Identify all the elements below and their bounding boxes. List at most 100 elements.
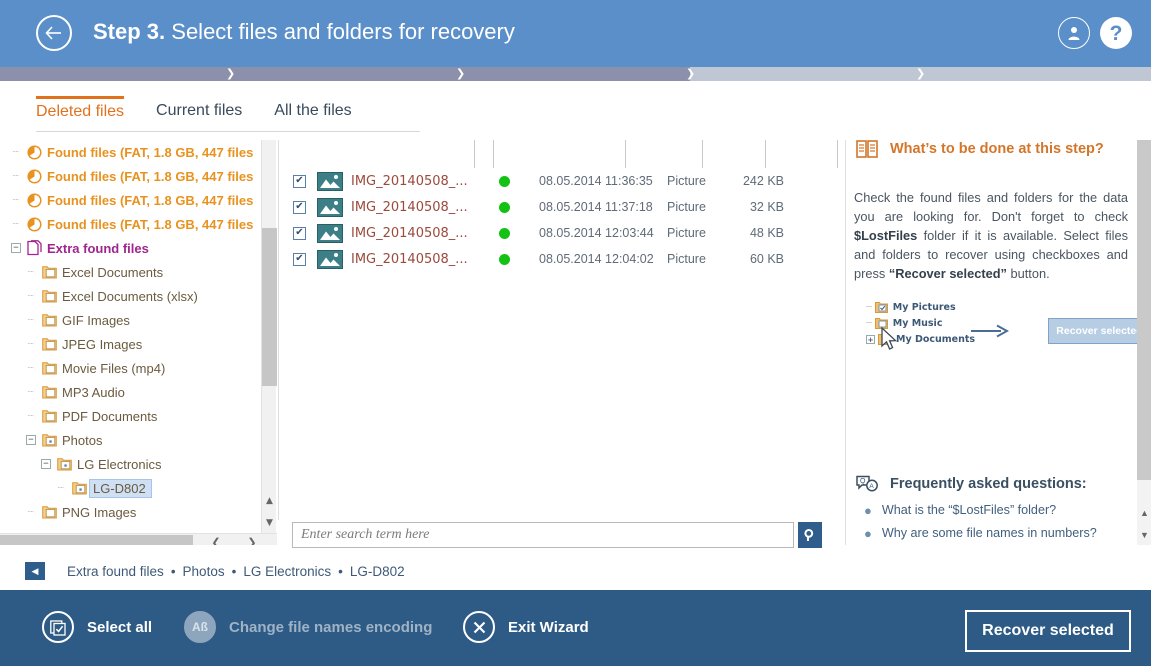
- tree-line-icon: ┈: [27, 338, 35, 350]
- file-row[interactable]: ✔ IMG_20140508_... 08.05.2014 11:37:18 Pict…: [279, 194, 845, 220]
- illustration-item: ─ My Music: [866, 318, 942, 329]
- tree-item[interactable]: ┈ Movie Files (mp4): [0, 356, 262, 380]
- status-indicator-dot: [499, 253, 510, 265]
- breadcrumb-bar: ◀ Extra found files • Photos • LG Electronic…: [0, 552, 1151, 590]
- breadcrumb-item[interactable]: Extra found files: [67, 564, 164, 579]
- tree-item-label: LG-D802: [89, 478, 152, 498]
- tree-item[interactable]: ┈ Found files (FAT, 1.8 GB, 447 files: [0, 140, 262, 164]
- tree-item-label: Extra found files: [47, 240, 149, 256]
- file-date: 08.05.2014 12:04:02: [539, 252, 654, 266]
- tab-current-files[interactable]: Current files: [156, 96, 242, 129]
- tree-line-icon: ─: [866, 302, 872, 313]
- file-row[interactable]: ✔ IMG_20140508_... 08.05.2014 11:36:35 Pict…: [279, 168, 845, 194]
- column-divider[interactable]: [837, 140, 838, 168]
- file-checkbox[interactable]: ✔: [293, 226, 306, 240]
- faq-section-title: Frequently asked questions:: [890, 476, 1087, 492]
- illustration-label: My Pictures: [892, 302, 956, 313]
- tree-item[interactable]: ┈ PNG Images: [0, 500, 262, 524]
- column-divider[interactable]: [493, 140, 494, 168]
- folder-tree: ┈ Found files (FAT, 1.8 GB, 447 files ┈ Fou…: [0, 140, 262, 533]
- breadcrumb-item[interactable]: Photos: [183, 564, 225, 579]
- folder-tree-panel: ┈ Found files (FAT, 1.8 GB, 447 files ┈ Fou…: [0, 140, 277, 545]
- breadcrumb-back-button[interactable]: ◀: [25, 562, 45, 580]
- column-divider[interactable]: [625, 140, 626, 168]
- tree-horizontal-scrollbar[interactable]: ❮ ❯: [0, 533, 277, 545]
- user-account-button[interactable]: [1058, 17, 1090, 49]
- arrow-right-icon: [971, 324, 1009, 338]
- info-text-3: button.: [1006, 266, 1050, 281]
- tree-line-icon: ┈: [27, 362, 35, 374]
- column-divider[interactable]: [702, 140, 703, 168]
- breadcrumb-item[interactable]: LG Electronics: [243, 564, 331, 579]
- tree-item-label: Photos: [62, 432, 103, 448]
- file-checkbox[interactable]: ✔: [293, 174, 306, 188]
- tree-scroll-up-button[interactable]: ▲: [262, 492, 277, 509]
- tree-hscroll-thumb[interactable]: [0, 535, 193, 545]
- tree-line-icon: ┈: [27, 506, 35, 518]
- collapse-minus-icon[interactable]: −: [41, 459, 51, 469]
- file-name: IMG_20140508_...: [351, 173, 468, 189]
- tree-item-label: PNG Images: [62, 504, 137, 520]
- tree-item[interactable]: ┈ Found files (FAT, 1.8 GB, 447 files: [0, 188, 262, 212]
- info-vscroll-thumb[interactable]: [1137, 140, 1151, 480]
- select-all-icon: [42, 611, 74, 643]
- step-label: Step 3.: [93, 19, 166, 44]
- tree-item[interactable]: ┈ JPEG Images: [0, 332, 262, 356]
- tree-item[interactable]: ┈ Excel Documents (xlsx): [0, 284, 262, 308]
- tree-item[interactable]: ┈ Excel Documents: [0, 260, 262, 284]
- tab-deleted-files[interactable]: Deleted files: [36, 96, 125, 130]
- tree-item-label: Found files (FAT, 1.8 GB, 447 files: [47, 192, 254, 208]
- tree-vertical-scrollbar[interactable]: ▲ ▼: [261, 140, 277, 533]
- tree-item[interactable]: ┈ LG-D802: [0, 476, 262, 500]
- folder-icon: [39, 265, 59, 279]
- tree-scroll-left-button[interactable]: ❮: [205, 535, 227, 546]
- documents-icon: [24, 240, 44, 256]
- tree-item[interactable]: ┈ Found files (FAT, 1.8 GB, 447 files: [0, 212, 262, 236]
- tab-all-files[interactable]: All the files: [274, 96, 351, 129]
- column-divider[interactable]: [765, 140, 766, 168]
- tree-line-icon: ┈: [27, 386, 35, 398]
- faq-link[interactable]: ● Why are some file names in numbers?: [864, 526, 1129, 541]
- file-row[interactable]: ✔ IMG_20140508_... 08.05.2014 12:03:44 Pict…: [279, 220, 845, 246]
- tree-item[interactable]: ┈ PDF Documents: [0, 404, 262, 428]
- breadcrumb-separator: •: [170, 563, 176, 579]
- info-scroll-up-button[interactable]: ▲: [1137, 504, 1151, 521]
- file-name: IMG_20140508_...: [351, 251, 468, 267]
- tree-scroll-down-button[interactable]: ▼: [262, 514, 277, 531]
- folder-open-icon: [39, 433, 59, 447]
- tree-vscroll-thumb[interactable]: [262, 228, 277, 386]
- tree-item[interactable]: ┈ GIF Images: [0, 308, 262, 332]
- column-divider[interactable]: [474, 140, 475, 168]
- select-all-button[interactable]: Select all: [42, 611, 152, 643]
- tree-item[interactable]: − Extra found files: [0, 236, 262, 260]
- help-icon: ?: [1109, 21, 1123, 45]
- tree-item[interactable]: − LG Electronics: [0, 452, 262, 476]
- tree-item[interactable]: − Photos: [0, 428, 262, 452]
- tree-item[interactable]: ┈ MP3 Audio: [0, 380, 262, 404]
- info-scroll-down-button[interactable]: ▼: [1137, 526, 1151, 543]
- help-button[interactable]: ?: [1100, 17, 1132, 49]
- exit-wizard-button[interactable]: Exit Wizard: [463, 611, 589, 643]
- search-input[interactable]: [292, 522, 794, 548]
- encoding-icon: Aß: [184, 611, 216, 643]
- info-panel: What’s to be done at this step? Check th…: [845, 140, 1151, 545]
- tree-scroll-right-button[interactable]: ❯: [241, 535, 263, 546]
- info-illustration: ─ My Pictures ─ My Music + My Documents …: [858, 302, 1151, 362]
- collapse-minus-icon[interactable]: −: [26, 435, 36, 445]
- folder-open-icon: [69, 481, 89, 495]
- folder-icon: [39, 289, 59, 303]
- change-encoding-button[interactable]: Aß Change file names encoding: [184, 611, 432, 643]
- tree-item[interactable]: ┈ Found files (FAT, 1.8 GB, 447 files: [0, 164, 262, 188]
- recover-selected-button[interactable]: Recover selected: [965, 610, 1131, 652]
- collapse-minus-icon[interactable]: −: [11, 243, 21, 253]
- folder-icon: [39, 409, 59, 423]
- breadcrumb-item[interactable]: LG-D802: [350, 564, 405, 579]
- tree-item-label: MP3 Audio: [62, 384, 125, 400]
- search-button[interactable]: [798, 522, 822, 548]
- file-checkbox[interactable]: ✔: [293, 200, 306, 214]
- info-vertical-scrollbar[interactable]: ▲ ▼: [1137, 140, 1151, 545]
- back-button[interactable]: [36, 15, 72, 51]
- faq-link[interactable]: ● What is the “$LostFiles” folder?: [864, 503, 1129, 518]
- file-checkbox[interactable]: ✔: [293, 252, 306, 266]
- file-row[interactable]: ✔ IMG_20140508_... 08.05.2014 12:04:02 Pict…: [279, 246, 845, 272]
